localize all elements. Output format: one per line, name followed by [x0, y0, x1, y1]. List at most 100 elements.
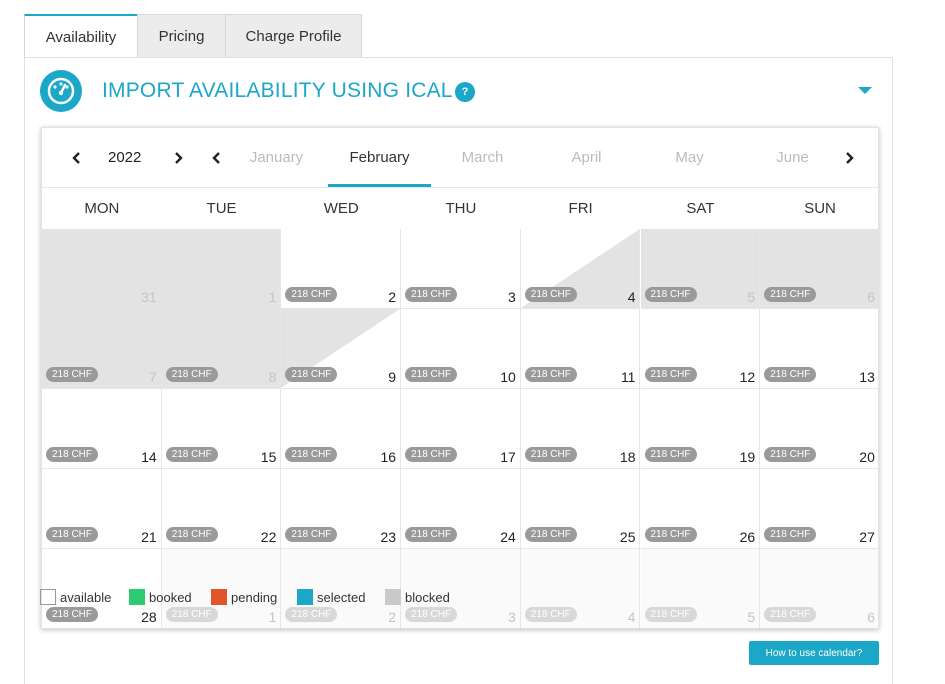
legend-label: booked	[149, 589, 192, 605]
legend-label: available	[60, 589, 112, 605]
calendar-grid: 31 1 218 CHF 2 218 CHF 3 218 CHF 4 218 CHF 5 218 C…	[42, 229, 878, 628]
calendar-day[interactable]: 218 CHF 7	[42, 309, 162, 389]
day-price-badge: 218 CHF	[46, 527, 99, 542]
day-number: 9	[388, 369, 397, 385]
help-icon[interactable]: ?	[455, 82, 475, 102]
day-number: 27	[859, 529, 875, 545]
day-price-badge: 218 CHF	[285, 287, 338, 302]
calendar-day[interactable]: 218 CHF 12	[640, 309, 761, 389]
next-month-icon[interactable]	[842, 151, 856, 165]
calendar-day[interactable]: 218 CHF 2	[281, 229, 402, 309]
day-price-badge: 218 CHF	[46, 447, 99, 462]
day-price-badge: 218 CHF	[524, 447, 577, 462]
calendar-day[interactable]: 218 CHF 10	[401, 309, 521, 389]
calendar-day[interactable]: 218 CHF 21	[42, 469, 162, 549]
calendar-day[interactable]: 218 CHF 3	[401, 229, 521, 309]
calendar-day[interactable]: 218 CHF 11	[520, 309, 641, 389]
day-number: 5	[747, 289, 756, 305]
calendar-day[interactable]: 218 CHF 8	[161, 309, 282, 389]
day-price-badge: 218 CHF	[285, 447, 338, 462]
calendar-day[interactable]: 218 CHF 16	[281, 389, 402, 469]
calendar-day[interactable]: 218 CHF 5	[640, 549, 761, 628]
day-price-badge: 218 CHF	[644, 527, 697, 542]
day-number: 1	[268, 289, 277, 305]
calendar-day[interactable]: 218 CHF 9	[281, 309, 402, 389]
day-number: 15	[260, 449, 277, 465]
day-number: 31	[141, 289, 157, 305]
legend-swatch	[211, 589, 227, 605]
calendar-day[interactable]: 218 CHF 14	[42, 389, 162, 469]
calendar-day[interactable]: 218 CHF 17	[401, 389, 521, 469]
calendar-day[interactable]: 218 CHF 22	[161, 469, 282, 549]
day-number: 26	[739, 529, 756, 545]
day-number: 24	[500, 529, 516, 545]
day-price-badge: 218 CHF	[285, 527, 338, 542]
day-number: 16	[380, 449, 397, 465]
calendar-day[interactable]: 218 CHF 23	[281, 469, 402, 549]
day-price-badge: 218 CHF	[524, 287, 577, 302]
tab-charge-profile[interactable]: Charge Profile	[225, 14, 362, 58]
day-number: 11	[620, 369, 636, 385]
day-price-badge: 218 CHF	[405, 287, 458, 302]
day-number: 28	[141, 609, 157, 625]
weekday-sat: SAT	[686, 200, 715, 217]
calendar-day[interactable]: 31	[42, 229, 162, 309]
tab-pricing[interactable]: Pricing	[137, 14, 226, 58]
how-to-use-calendar-button[interactable]: How to use calendar?	[749, 641, 879, 665]
calendar-day[interactable]: 218 CHF 20	[760, 389, 878, 469]
day-price-badge: 218 CHF	[285, 367, 338, 382]
calendar-day[interactable]: 218 CHF 13	[760, 309, 878, 389]
day-number: 20	[859, 449, 875, 465]
legend-available: available	[40, 589, 111, 605]
month-june[interactable]: June	[741, 149, 844, 166]
calendar-day[interactable]: 218 CHF 19	[640, 389, 761, 469]
day-price-badge: 218 CHF	[46, 367, 99, 382]
day-price-badge: 218 CHF	[764, 607, 817, 622]
prev-year-icon[interactable]	[70, 151, 84, 165]
month-february[interactable]: February	[328, 149, 431, 166]
calendar-day[interactable]: 218 CHF 27	[760, 469, 878, 549]
calendar-day[interactable]: 218 CHF 18	[520, 389, 641, 469]
calendar-day[interactable]: 218 CHF 25	[520, 469, 641, 549]
next-year-icon[interactable]	[171, 151, 185, 165]
day-number: 1	[268, 609, 277, 625]
day-price-badge: 218 CHF	[165, 447, 218, 462]
panel-title: IMPORT AVAILABILITY USING ICAL	[102, 79, 453, 102]
day-price-badge: 218 CHF	[165, 367, 218, 382]
month-april[interactable]: April	[535, 149, 638, 166]
day-price-badge: 218 CHF	[405, 527, 458, 542]
day-price-badge: 218 CHF	[644, 287, 697, 302]
calendar-day[interactable]: 218 CHF 4	[520, 549, 641, 628]
day-number: 19	[739, 449, 756, 465]
day-number: 2	[388, 609, 397, 625]
legend-swatch	[40, 589, 56, 605]
calendar-day[interactable]: 218 CHF 26	[640, 469, 761, 549]
day-number: 12	[739, 369, 756, 385]
prev-month-icon[interactable]	[210, 151, 224, 165]
collapse-caret-icon[interactable]	[858, 87, 872, 94]
calendar-day[interactable]: 218 CHF 6	[760, 229, 878, 309]
day-number: 6	[867, 289, 875, 305]
calendar-day[interactable]: 218 CHF 5	[640, 229, 761, 309]
calendar-day[interactable]: 218 CHF 24	[401, 469, 521, 549]
day-price-badge: 218 CHF	[285, 607, 338, 622]
legend-pending: pending	[211, 589, 277, 605]
active-month-indicator	[328, 184, 431, 187]
day-number: 17	[500, 449, 516, 465]
month-january[interactable]: January	[225, 149, 328, 166]
legend-swatch	[297, 589, 313, 605]
calendar-day[interactable]: 1	[161, 229, 282, 309]
year-label: 2022	[108, 149, 142, 166]
tab-availability[interactable]: Availability	[24, 14, 138, 59]
weekday-wed: WED	[323, 200, 359, 217]
month-may[interactable]: May	[638, 149, 741, 166]
calendar-day[interactable]: 218 CHF 6	[760, 549, 878, 628]
calendar-day[interactable]: 218 CHF 4	[520, 229, 641, 309]
day-number: 6	[867, 609, 875, 625]
calendar-day[interactable]: 218 CHF 15	[161, 389, 282, 469]
day-number: 22	[260, 529, 277, 545]
day-number: 2	[388, 289, 397, 305]
tab-bar: Availability Pricing Charge Profile	[24, 14, 362, 59]
month-march[interactable]: March	[431, 149, 534, 166]
calendar: 2022 January February March April May Ju…	[41, 127, 879, 629]
